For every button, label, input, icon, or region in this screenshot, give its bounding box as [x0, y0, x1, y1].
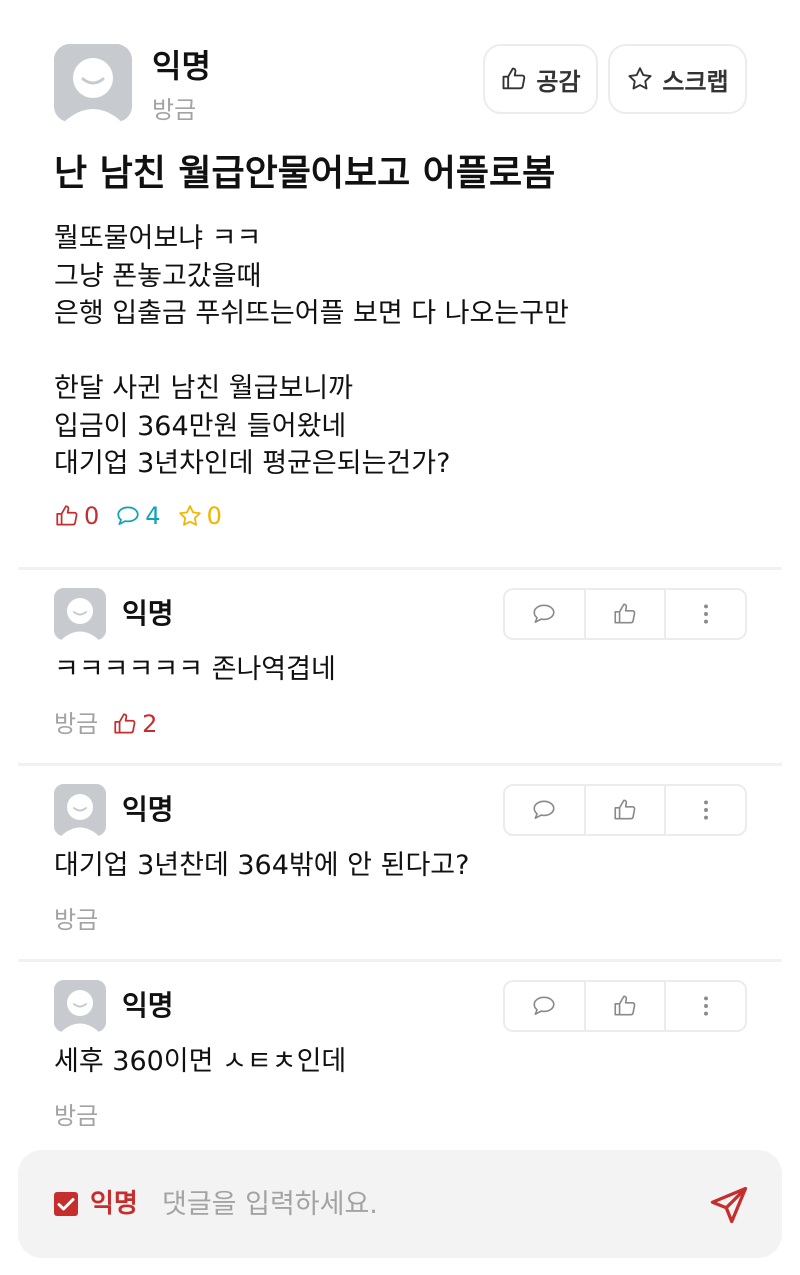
- more-button[interactable]: [666, 982, 745, 1030]
- avatar-icon: [54, 980, 106, 1032]
- comment-author: 익명: [122, 989, 174, 1022]
- speech-bubble-icon: [533, 604, 555, 623]
- post-body-line: 그냥 폰놓고갔을때: [54, 260, 262, 292]
- like-count: 0: [84, 502, 100, 530]
- scrap-button[interactable]: 스크랩: [608, 44, 747, 114]
- avatar: [54, 980, 106, 1032]
- divider: [18, 567, 782, 570]
- post-stats: 0 4 0: [54, 500, 238, 532]
- scrap-count: 0: [206, 502, 222, 530]
- speech-bubble-icon: [533, 800, 555, 819]
- anonymous-checkbox[interactable]: [54, 1192, 78, 1216]
- thumbs-up-icon: [56, 505, 78, 526]
- post-author: 익명: [152, 47, 211, 85]
- comment-count: 4: [145, 502, 161, 530]
- post-body-line: 대기업 3년차인데 평균은되는건가?: [54, 448, 451, 479]
- comment-time: 방금: [54, 710, 99, 738]
- send-icon: [710, 1186, 748, 1224]
- avatar-icon: [54, 44, 132, 122]
- more-vertical-icon: [703, 604, 708, 624]
- thumbs-up-icon: [614, 799, 636, 820]
- comment-meta: 방금: [54, 902, 112, 938]
- like-button[interactable]: 공감: [483, 44, 598, 114]
- star-icon: [178, 505, 201, 526]
- comment-like-count: 2: [112, 706, 157, 742]
- more-vertical-icon: [703, 996, 708, 1016]
- post-body-line: [54, 333, 764, 371]
- speech-bubble-icon: [117, 506, 139, 525]
- post-body-line: 은행 입출금 푸쉬뜨는어플 보면 다 나오는구만: [54, 298, 569, 329]
- scrap-button-label: 스크랩: [662, 67, 729, 96]
- comment-like-button[interactable]: [586, 590, 667, 638]
- scrap-count-stat: 0: [177, 500, 222, 532]
- comment-text: 대기업 3년찬데 364밖에 안 된다고?: [54, 850, 470, 881]
- comment-actions: [503, 980, 747, 1032]
- send-button[interactable]: [706, 1182, 752, 1228]
- post-body-line: 뭘또물어보냐 ㅋㅋ: [54, 223, 262, 254]
- comment-like-button[interactable]: [586, 982, 667, 1030]
- post-body-line: 한달 사귄 남친 월급보니까: [54, 373, 353, 404]
- comment-item: 익명 대기업 3년찬데 364밖에 안 된다고? 방금: [0, 784, 800, 974]
- post-time: 방금: [152, 96, 197, 124]
- avatar: [54, 588, 106, 640]
- comment-item: 익명 ㅋㅋㅋㅋㅋㅋ 존나역겹네 방금 2: [0, 588, 800, 778]
- like-button-label: 공감: [536, 67, 581, 96]
- post-body-line: 입금이 364만원 들어왔네: [54, 410, 347, 442]
- avatar: [54, 44, 132, 122]
- comment-composer: 익명: [18, 1150, 782, 1258]
- anonymous-label[interactable]: 익명: [90, 1186, 138, 1222]
- comment-author: 익명: [122, 793, 174, 826]
- thumbs-up-icon: [114, 713, 136, 734]
- post-body: 뭘또물어보냐 ㅋㅋ 그냥 폰놓고갔을때 은행 입출금 푸쉬뜨는어플 보면 다 나…: [54, 220, 764, 483]
- thumbs-up-icon: [614, 603, 636, 624]
- speech-bubble-icon: [533, 996, 555, 1015]
- more-button[interactable]: [666, 590, 745, 638]
- comment-actions: [503, 588, 747, 640]
- like-count-stat: 0: [54, 500, 99, 532]
- more-vertical-icon: [703, 800, 708, 820]
- reply-button[interactable]: [505, 982, 586, 1030]
- checkbox-icon: [57, 1198, 75, 1211]
- comment-time: 방금: [54, 906, 99, 934]
- divider: [18, 959, 782, 962]
- comment-meta: 방금: [54, 1098, 112, 1134]
- comment-input[interactable]: [162, 1180, 682, 1228]
- comment-like-button[interactable]: [586, 786, 667, 834]
- comment-item: 익명 세후 360이면 ㅅㅌㅊ인데 방금: [0, 980, 800, 1170]
- comment-actions: [503, 784, 747, 836]
- thumbs-up-icon: [502, 67, 526, 90]
- comment-like-value: 2: [142, 710, 158, 738]
- divider: [18, 763, 782, 766]
- reply-button[interactable]: [505, 590, 586, 638]
- reply-button[interactable]: [505, 786, 586, 834]
- comment-meta: 방금 2: [54, 706, 157, 742]
- thumbs-up-icon: [614, 995, 636, 1016]
- comment-text: ㅋㅋㅋㅋㅋㅋ 존나역겹네: [54, 654, 336, 685]
- avatar: [54, 784, 106, 836]
- more-button[interactable]: [666, 786, 745, 834]
- comment-time: 방금: [54, 1102, 99, 1130]
- comment-text: 세후 360이면 ㅅㅌㅊ인데: [54, 1046, 347, 1077]
- avatar-icon: [54, 588, 106, 640]
- comment-author: 익명: [122, 597, 174, 630]
- avatar-icon: [54, 784, 106, 836]
- post-title: 난 남친 월급안물어보고 어플로봄: [54, 153, 556, 194]
- comment-count-stat: 4: [115, 500, 161, 532]
- star-icon: [628, 67, 652, 90]
